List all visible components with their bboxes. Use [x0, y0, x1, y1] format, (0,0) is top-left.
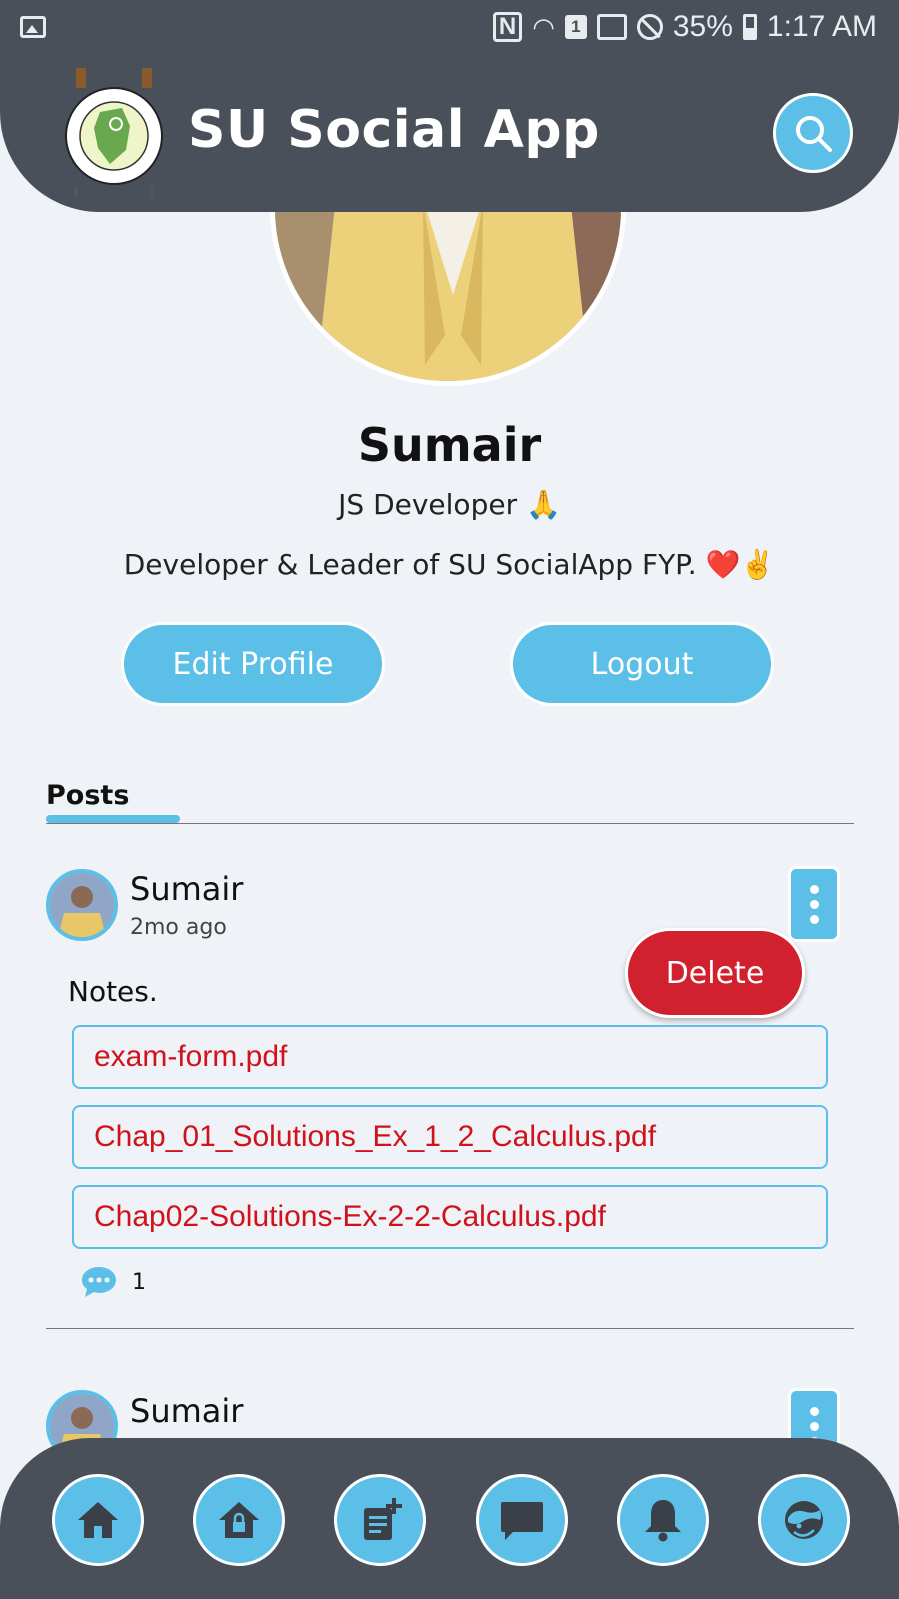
nav-private-home-button[interactable] [193, 1474, 285, 1566]
post-author-name[interactable]: Sumair [130, 1392, 243, 1430]
active-tab-indicator [46, 815, 180, 823]
profile-role: JS Developer 🙏 [338, 488, 561, 521]
nav-new-post-button[interactable] [334, 1474, 426, 1566]
clock: 1:17 AM [766, 10, 877, 43]
profile-icon [785, 1501, 823, 1539]
bell-icon [645, 1500, 681, 1542]
search-icon [796, 116, 832, 152]
profile-name: Sumair [357, 418, 542, 472]
app-title: SU Social App [188, 100, 600, 160]
sim-badge: 1 [564, 15, 587, 39]
edit-profile-button[interactable]: Edit Profile [121, 622, 385, 706]
gallery-notification-icon [20, 16, 46, 38]
status-bar: N ◠ 1 35% 1:17 AM [0, 0, 899, 56]
attachment-link[interactable]: Chap02-Solutions-Ex-2-2-Calculus.pdf [72, 1185, 828, 1249]
delete-post-button[interactable]: Delete [625, 928, 805, 1018]
post-options-button[interactable] [788, 866, 840, 942]
signal-icon [596, 14, 627, 40]
battery-icon [742, 14, 757, 40]
battery-percent: 35% [672, 10, 733, 43]
nav-notifications-button[interactable] [617, 1474, 709, 1566]
profile-bio: Developer & Leader of SU SocialApp FYP. … [123, 548, 776, 581]
tabs-divider [46, 823, 854, 824]
home-icon [78, 1502, 118, 1538]
post-author-name[interactable]: Sumair [130, 870, 243, 908]
nav-chat-button[interactable] [476, 1474, 568, 1566]
do-not-disturb-icon [636, 14, 663, 40]
wifi-icon: ◠ [532, 11, 555, 42]
post-divider [46, 1328, 854, 1329]
app-header: N ◠ 1 35% 1:17 AM SU Social App [0, 0, 899, 212]
comment-count: 1 [132, 1269, 146, 1295]
locked-home-icon [219, 1502, 259, 1538]
search-button[interactable] [773, 93, 853, 173]
nav-profile-button[interactable] [758, 1474, 850, 1566]
nav-home-button[interactable] [52, 1474, 144, 1566]
attachment-link[interactable]: Chap_01_Solutions_Ex_1_2_Calculus.pdf [72, 1105, 828, 1169]
post-timestamp: 2mo ago [130, 915, 227, 940]
tab-posts[interactable]: Posts [46, 780, 129, 811]
chat-icon [501, 1502, 543, 1540]
post-author-avatar[interactable] [46, 869, 118, 941]
comments-button[interactable]: 1 [80, 1265, 146, 1299]
attachment-link[interactable]: exam-form.pdf [72, 1025, 828, 1089]
post-text: Notes. [68, 975, 158, 1008]
nfc-icon: N [492, 12, 523, 42]
university-logo [60, 68, 168, 198]
comment-bubble-icon [82, 1267, 116, 1297]
more-vertical-icon [809, 1406, 819, 1416]
more-vertical-icon [809, 884, 819, 894]
new-post-icon [364, 1498, 402, 1540]
logout-button[interactable]: Logout [510, 622, 774, 706]
